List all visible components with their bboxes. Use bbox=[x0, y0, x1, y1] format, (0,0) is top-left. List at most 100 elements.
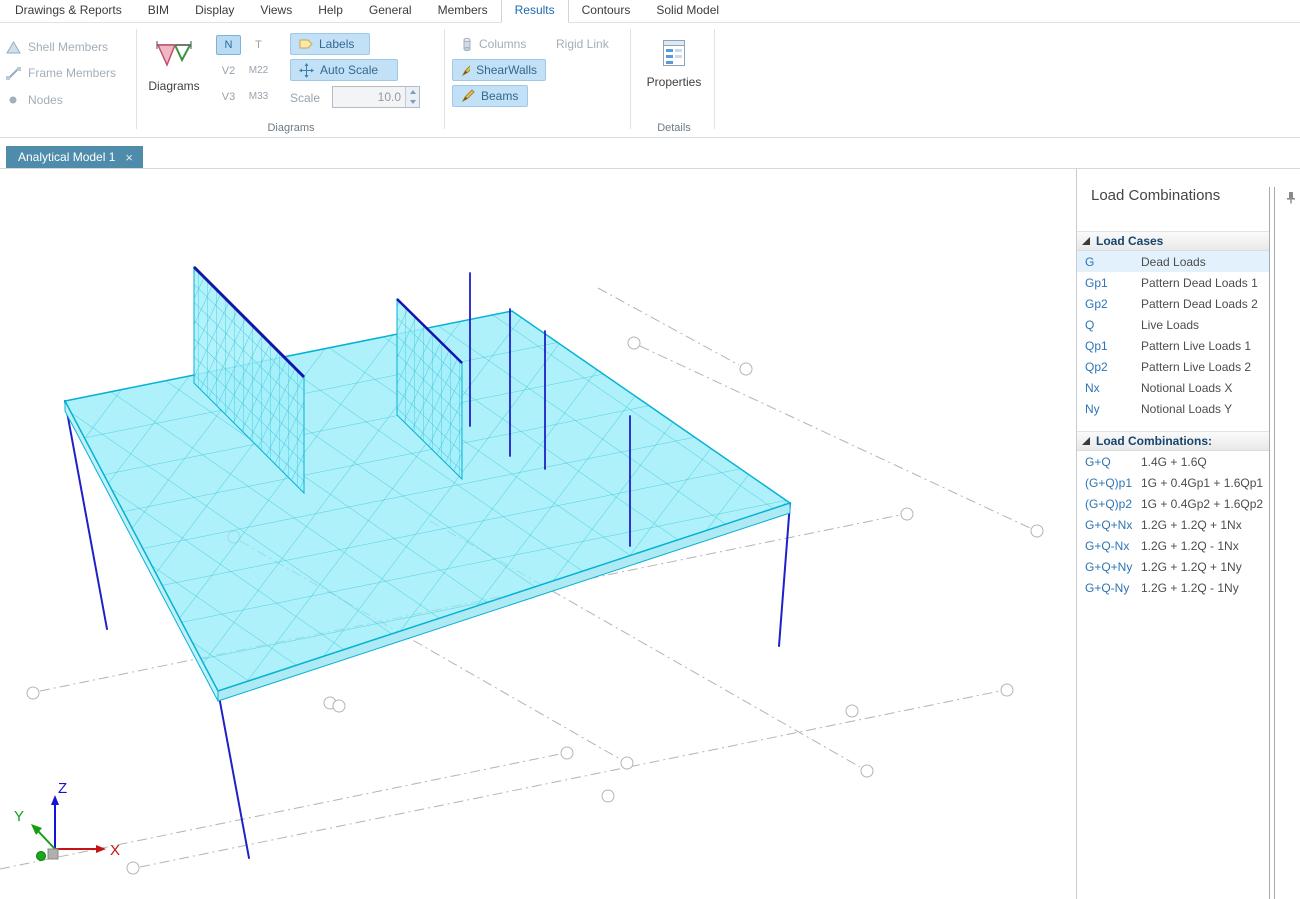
shearwalls-icon bbox=[461, 63, 470, 77]
axis-x-label: X bbox=[110, 842, 120, 859]
panel-scrollbar[interactable] bbox=[1269, 187, 1275, 899]
diagrams-button[interactable]: Diagrams bbox=[140, 31, 208, 123]
properties-button-label: Properties bbox=[647, 75, 702, 89]
tab-drawings-reports[interactable]: Drawings & Reports bbox=[2, 0, 135, 22]
details-group-caption: Details bbox=[632, 122, 716, 134]
tab-contours[interactable]: Contours bbox=[569, 0, 644, 22]
tab-solid-model[interactable]: Solid Model bbox=[643, 0, 732, 22]
model-viewport[interactable]: Z X Y bbox=[0, 169, 1076, 899]
axis-origin-sphere bbox=[37, 852, 46, 861]
axis-triad: Z X Y bbox=[14, 780, 120, 861]
load-case-desc: Pattern Dead Loads 1 bbox=[1141, 276, 1258, 290]
scale-input[interactable] bbox=[333, 87, 405, 107]
load-case-row[interactable]: Qp2 Pattern Live Loads 2 bbox=[1077, 356, 1269, 377]
app-window: Drawings & Reports BIM Display Views Hel… bbox=[0, 0, 1300, 899]
axis-y-label: Y bbox=[14, 808, 24, 825]
section-header-load-cases[interactable]: Load Cases bbox=[1077, 231, 1269, 251]
load-case-name: Qp2 bbox=[1085, 360, 1141, 374]
tab-views[interactable]: Views bbox=[247, 0, 305, 22]
load-case-name: G bbox=[1085, 255, 1141, 269]
document-tab-analytical-model-1[interactable]: Analytical Model 1 × bbox=[6, 146, 143, 168]
beams-button-label: Beams bbox=[481, 89, 518, 103]
load-combination-row[interactable]: G+Q-Nx 1.2G + 1.2Q - 1Nx bbox=[1077, 535, 1269, 556]
diagrams-group-caption: Diagrams bbox=[140, 122, 442, 134]
frame-members-label: Frame Members bbox=[28, 66, 116, 80]
load-case-desc: Live Loads bbox=[1141, 318, 1199, 332]
tab-bim[interactable]: BIM bbox=[135, 0, 182, 22]
load-combination-row[interactable]: G+Q 1.4G + 1.6Q bbox=[1077, 451, 1269, 472]
component-t-button[interactable]: T bbox=[246, 35, 271, 55]
component-n-button[interactable]: N bbox=[216, 35, 241, 55]
load-case-row[interactable]: Gp2 Pattern Dead Loads 2 bbox=[1077, 293, 1269, 314]
load-case-desc: Pattern Dead Loads 2 bbox=[1141, 297, 1258, 311]
tab-display[interactable]: Display bbox=[182, 0, 247, 22]
shell-members-icon bbox=[6, 41, 21, 54]
ribbon-separator bbox=[714, 29, 715, 129]
shearwalls-button-label: ShearWalls bbox=[476, 63, 537, 77]
section-header-load-combinations[interactable]: Load Combinations: bbox=[1077, 431, 1269, 451]
component-v2-button[interactable]: V2 bbox=[216, 61, 241, 81]
model-viewport-canvas: Z X Y bbox=[0, 169, 1076, 899]
load-case-name: Gp1 bbox=[1085, 276, 1141, 290]
collapse-triangle-icon bbox=[1082, 437, 1090, 445]
scale-spinner bbox=[405, 87, 419, 107]
scale-spinbox bbox=[332, 86, 420, 108]
diagrams-button-label: Diagrams bbox=[148, 79, 199, 93]
nodes-button[interactable]: Nodes bbox=[6, 90, 63, 110]
load-combination-row[interactable]: G+Q-Ny 1.2G + 1.2Q - 1Ny bbox=[1077, 577, 1269, 598]
scale-spin-down-button[interactable] bbox=[406, 97, 419, 107]
columns-button[interactable]: Columns bbox=[452, 33, 546, 55]
close-icon[interactable]: × bbox=[125, 151, 133, 164]
load-case-desc: Notional Loads Y bbox=[1141, 402, 1232, 416]
beams-icon bbox=[461, 89, 475, 103]
scale-label: Scale bbox=[290, 87, 320, 109]
rigid-link-button[interactable]: Rigid Link bbox=[556, 33, 609, 55]
ribbon-separator bbox=[444, 29, 445, 129]
load-case-desc: Pattern Live Loads 1 bbox=[1141, 339, 1251, 353]
load-case-row[interactable]: Qp1 Pattern Live Loads 1 bbox=[1077, 335, 1269, 356]
shell-members-button[interactable]: Shell Members bbox=[6, 37, 108, 57]
load-case-row[interactable]: Ny Notional Loads Y bbox=[1077, 398, 1269, 419]
labels-button[interactable]: Labels bbox=[290, 33, 370, 55]
load-combinations-panel: Load Combinations Load Cases G Dead Load… bbox=[1076, 169, 1300, 899]
load-case-row[interactable]: Gp1 Pattern Dead Loads 1 bbox=[1077, 272, 1269, 293]
load-case-row[interactable]: Q Live Loads bbox=[1077, 314, 1269, 335]
component-v3-button[interactable]: V3 bbox=[216, 87, 241, 107]
collapse-triangle-icon bbox=[1082, 237, 1090, 245]
load-case-desc: Notional Loads X bbox=[1141, 381, 1232, 395]
tab-members[interactable]: Members bbox=[425, 0, 501, 22]
tab-results[interactable]: Results bbox=[501, 0, 569, 23]
tab-general[interactable]: General bbox=[356, 0, 425, 22]
load-combination-row[interactable]: (G+Q)p2 1G + 0.4Gp2 + 1.6Qp2 bbox=[1077, 493, 1269, 514]
shearwalls-button[interactable]: ShearWalls bbox=[452, 59, 546, 81]
scale-spin-up-button[interactable] bbox=[406, 87, 419, 97]
load-case-name: Gp2 bbox=[1085, 297, 1141, 311]
component-m33-button[interactable]: M33 bbox=[246, 87, 271, 107]
frame-members-button[interactable]: Frame Members bbox=[6, 63, 116, 83]
load-combination-desc: 1.2G + 1.2Q + 1Ny bbox=[1141, 560, 1242, 574]
ribbon-body: Shell Members Frame Members Nodes Diagra… bbox=[0, 23, 1300, 138]
load-combination-desc: 1G + 0.4Gp1 + 1.6Qp1 bbox=[1141, 476, 1263, 490]
document-tab-label: Analytical Model 1 bbox=[18, 150, 115, 164]
load-combination-name: G+Q+Ny bbox=[1085, 560, 1141, 574]
load-combination-row[interactable]: G+Q+Nx 1.2G + 1.2Q + 1Nx bbox=[1077, 514, 1269, 535]
auto-scale-button[interactable]: Auto Scale bbox=[290, 59, 398, 81]
properties-button[interactable]: Properties bbox=[640, 31, 708, 123]
load-case-row[interactable]: Nx Notional Loads X bbox=[1077, 377, 1269, 398]
load-combination-row[interactable]: (G+Q)p1 1G + 0.4Gp1 + 1.6Qp1 bbox=[1077, 472, 1269, 493]
shell-members-label: Shell Members bbox=[28, 40, 108, 54]
nodes-label: Nodes bbox=[28, 93, 63, 107]
load-case-desc: Dead Loads bbox=[1141, 255, 1206, 269]
ribbon-separator bbox=[136, 29, 137, 129]
pin-icon[interactable] bbox=[1284, 191, 1297, 204]
frame-members-icon bbox=[6, 67, 21, 80]
component-m22-button[interactable]: M22 bbox=[246, 61, 271, 81]
load-combination-name: G+Q-Nx bbox=[1085, 539, 1141, 553]
load-case-name: Q bbox=[1085, 318, 1141, 332]
load-case-row[interactable]: G Dead Loads bbox=[1077, 251, 1269, 272]
tab-help[interactable]: Help bbox=[305, 0, 356, 22]
load-combination-name: (G+Q)p2 bbox=[1085, 497, 1141, 511]
load-case-name: Ny bbox=[1085, 402, 1141, 416]
load-combination-row[interactable]: G+Q+Ny 1.2G + 1.2Q + 1Ny bbox=[1077, 556, 1269, 577]
beams-button[interactable]: Beams bbox=[452, 85, 528, 107]
